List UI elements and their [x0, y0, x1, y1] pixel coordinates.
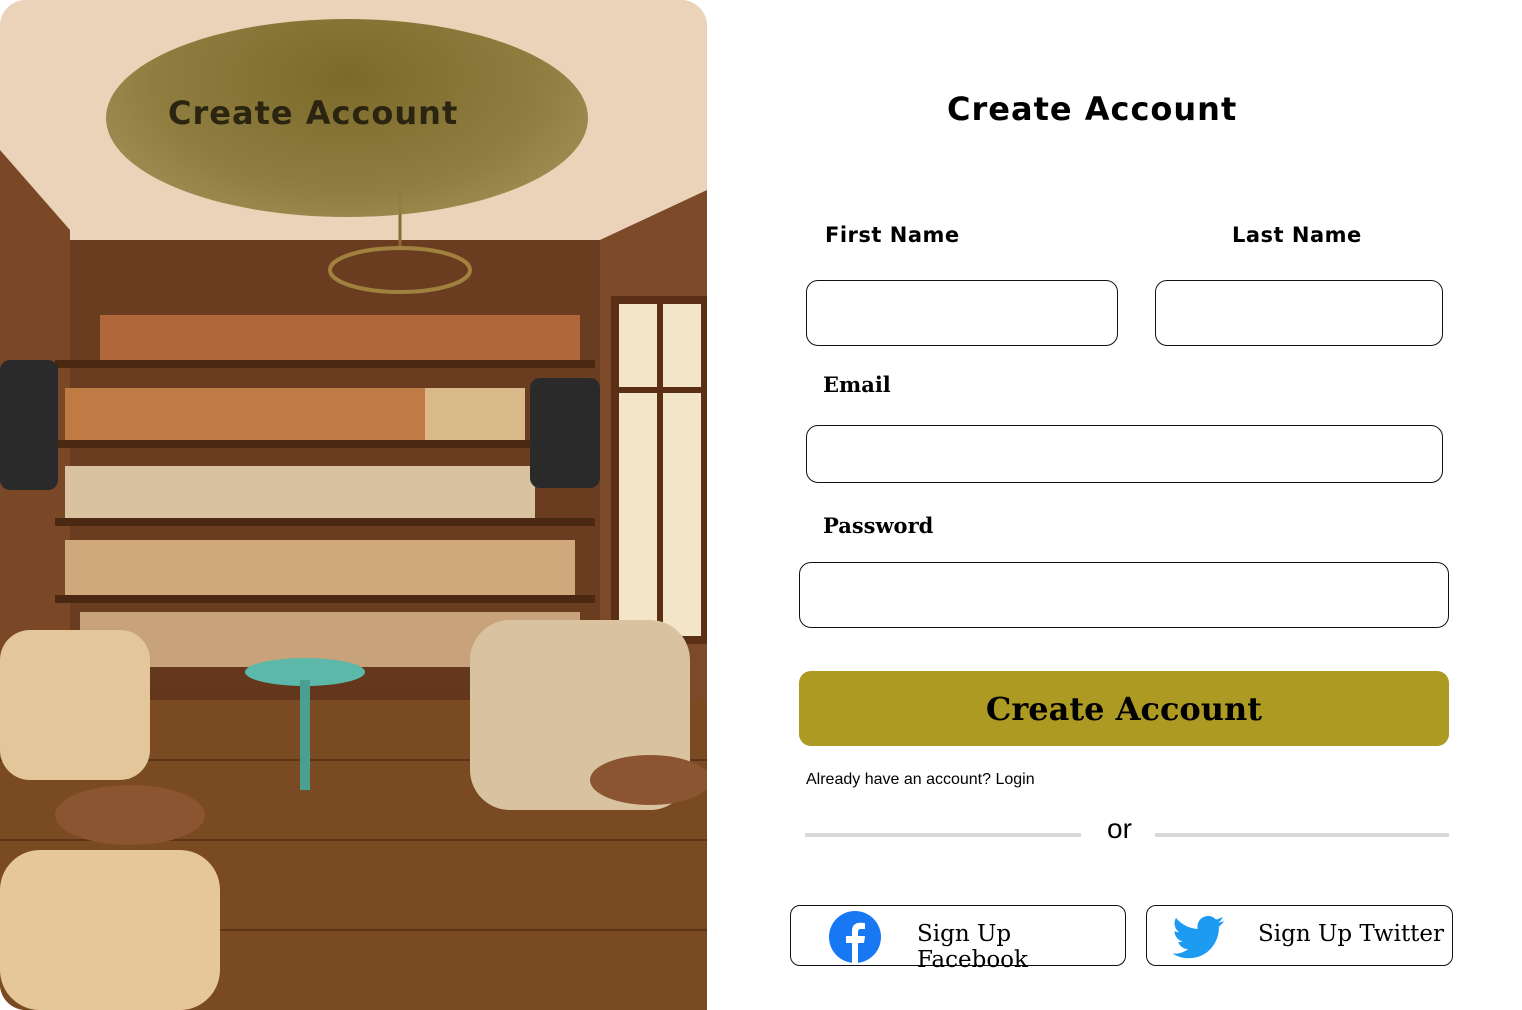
first-name-input[interactable]	[807, 281, 1117, 345]
twitter-signup-button[interactable]: Sign Up Twitter	[1146, 905, 1453, 966]
password-label: Password	[823, 513, 934, 538]
email-label: Email	[823, 372, 891, 397]
or-separator: or	[1107, 813, 1132, 844]
create-account-button[interactable]: Create Account	[799, 671, 1449, 746]
email-field[interactable]	[806, 425, 1443, 483]
divider-left	[805, 833, 1081, 837]
page-title: Create Account	[947, 90, 1238, 128]
last-name-input[interactable]	[1156, 281, 1442, 345]
login-link[interactable]: Already have an account? Login	[806, 771, 1035, 789]
first-name-field[interactable]	[806, 280, 1118, 346]
hero-title: Create Account	[168, 94, 459, 132]
facebook-signup-label: Sign Up Facebook	[917, 921, 1028, 973]
last-name-label: Last Name	[1232, 223, 1362, 247]
twitter-signup-label: Sign Up Twitter	[1258, 921, 1445, 947]
first-name-label: First Name	[825, 223, 960, 247]
facebook-signup-button[interactable]: Sign Up Facebook	[790, 905, 1126, 973]
facebook-icon	[829, 911, 881, 963]
last-name-field[interactable]	[1155, 280, 1443, 346]
hero-image: Create Account	[0, 0, 707, 1010]
email-input[interactable]	[807, 426, 1442, 482]
password-field[interactable]	[799, 562, 1449, 628]
password-input[interactable]	[800, 563, 1448, 627]
divider-right	[1155, 833, 1449, 837]
twitter-icon	[1173, 915, 1225, 959]
